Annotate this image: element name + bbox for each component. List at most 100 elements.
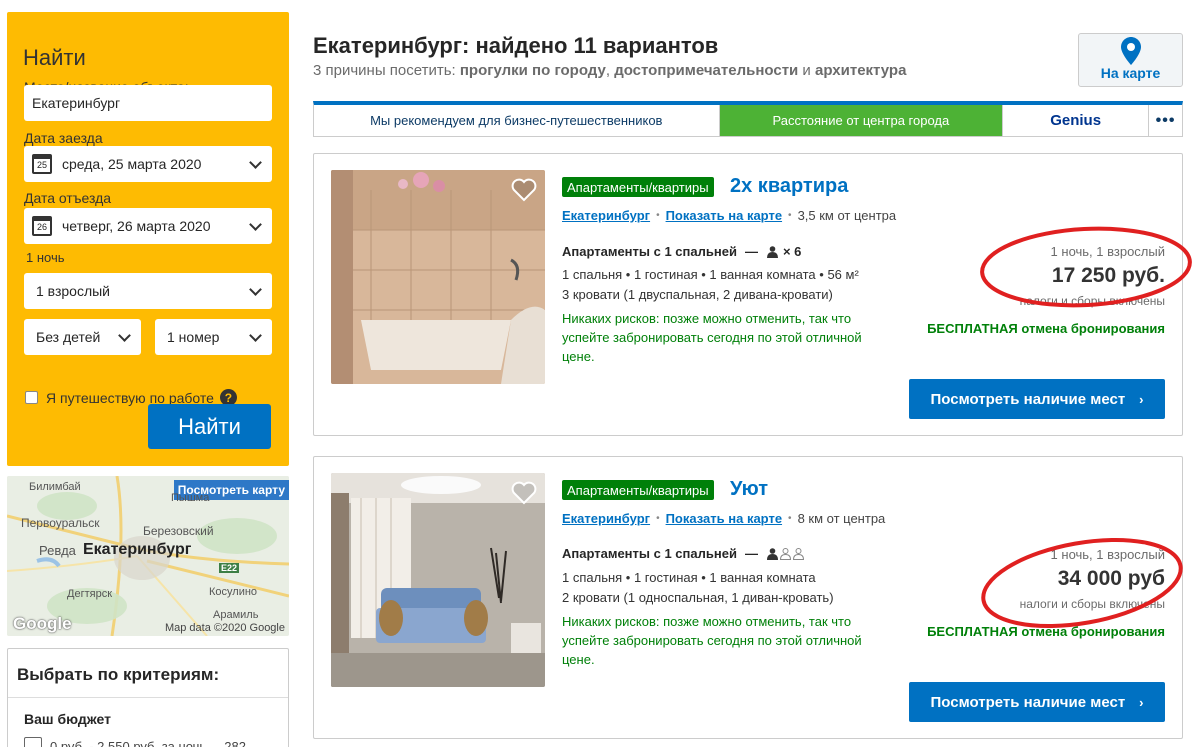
separator-dot: • [788, 513, 792, 524]
property-type-badge: Апартаменты/квартиры [562, 480, 714, 500]
no-risk-text: Никаких рисков: позже можно отменить, та… [562, 614, 862, 667]
map-place: Билимбай [29, 481, 81, 493]
city-link[interactable]: Екатеринбург [562, 208, 650, 223]
chevron-down-icon [249, 283, 262, 296]
map-city: Екатеринбург [83, 541, 192, 558]
separator-dot: • [656, 210, 660, 221]
tab-distance[interactable]: Расстояние от центра города [719, 105, 1004, 136]
show-on-map-link[interactable]: Показать на карте [666, 511, 782, 526]
adults-select[interactable]: 1 взрослый [24, 273, 272, 309]
free-cancellation: БЕСПЛАТНАЯ отмена бронирования [927, 321, 1165, 336]
city-link[interactable]: Екатеринбург [562, 511, 650, 526]
map-place: Дегтярск [67, 588, 113, 600]
free-cancellation: БЕСПЛАТНАЯ отмена бронирования [927, 624, 1165, 639]
distance: 8 км от центра [797, 511, 886, 526]
hotel-name-link[interactable]: Уют [730, 478, 768, 501]
children-select[interactable]: Без детей [24, 319, 141, 355]
check-availability-button[interactable]: Посмотреть наличие мест › [909, 682, 1165, 722]
room-type: Апартаменты с 1 спальней — × 6 [562, 244, 801, 259]
beds-line: 3 кровати (1 двуспальная, 2 дивана-крова… [562, 287, 833, 302]
budget-checkbox[interactable] [24, 737, 42, 747]
heart-icon[interactable] [511, 481, 537, 505]
map-credit: Map data ©2020 Google [164, 622, 285, 634]
room-type-label: Апартаменты с 1 спальней [562, 546, 737, 561]
listing-card: Апартаменты/квартиры Уют Екатеринбург • … [313, 456, 1183, 739]
hotel-name-link[interactable]: 2х квартира [730, 175, 848, 198]
chevron-right-icon: › [1139, 694, 1144, 710]
budget-option[interactable]: 0 руб. - 2 550 руб. за ночь ... 282 [24, 737, 246, 747]
destination-input[interactable]: Екатеринбург [24, 85, 272, 121]
person-outline-icon [792, 547, 804, 560]
calendar-icon: 25 [32, 154, 52, 174]
listing-photo[interactable] [331, 473, 545, 687]
rooms-line: 1 спальня • 1 гостиная • 1 ванная комнат… [562, 570, 816, 585]
checkout-field[interactable]: 26 четверг, 26 марта 2020 [24, 208, 272, 244]
listing-card: Апартаменты/квартиры 2х квартира Екатери… [313, 153, 1192, 436]
tab-genius[interactable]: Genius [1003, 105, 1150, 136]
check-availability-button[interactable]: Посмотреть наличие мест › [909, 379, 1165, 419]
show-on-map-label: На карте [1100, 65, 1161, 81]
checkin-label: Дата заезда [24, 130, 103, 146]
map-road-shield: E22 [219, 563, 240, 573]
reason-1: прогулки по городу [459, 62, 606, 79]
chevron-down-icon [118, 329, 131, 342]
divider [8, 697, 288, 698]
no-risk-text: Никаких рисков: позже можно отменить, та… [562, 311, 862, 364]
cta-label: Посмотреть наличие мест [930, 390, 1126, 408]
subtitle-conj: и [798, 62, 815, 79]
guest-count: × 6 [782, 244, 802, 259]
rooms-value: 1 номер [167, 329, 220, 345]
price-label: 1 ночь, 1 взрослый [1050, 244, 1165, 259]
map-thumbnail[interactable]: Посмотреть карту Билимбай Пышма Первоура… [7, 476, 289, 636]
rooms-select[interactable]: 1 номер [155, 319, 272, 355]
page-title: Екатеринбург: найдено 11 вариантов [313, 33, 719, 58]
separator-dot: • [788, 210, 792, 221]
checkin-value: среда, 25 марта 2020 [62, 156, 202, 172]
show-on-map-button[interactable]: На карте [1078, 33, 1183, 87]
google-logo: Google [13, 614, 72, 633]
price: 34 000 руб [1057, 567, 1165, 590]
filters-title: Выбрать по критериям: [17, 665, 220, 684]
checkin-field[interactable]: 25 среда, 25 марта 2020 [24, 146, 272, 182]
price-label: 1 ночь, 1 взрослый [1050, 547, 1165, 562]
search-panel: Найти Место/название объекта: Екатеринбу… [7, 12, 289, 466]
checkout-value: четверг, 26 марта 2020 [62, 218, 211, 234]
cta-label: Посмотреть наличие мест [930, 693, 1126, 711]
person-outline-icon [779, 547, 791, 560]
listing-photo[interactable] [331, 170, 545, 384]
tab-recommended[interactable]: Мы рекомендуем для бизнес-путешественник… [314, 105, 720, 136]
filters-panel: Выбрать по критериям: Ваш бюджет 0 руб. … [7, 648, 289, 747]
search-title: Найти [23, 45, 86, 70]
dash: — [744, 546, 758, 561]
dash: — [744, 244, 758, 259]
living-room-photo [331, 473, 545, 687]
chevron-down-icon [249, 218, 262, 231]
location-row: Екатеринбург • Показать на карте • 8 км … [562, 511, 885, 526]
more-tabs-button[interactable]: ••• [1149, 105, 1182, 136]
budget-title: Ваш бюджет [24, 711, 111, 727]
room-type-label: Апартаменты с 1 спальней [562, 244, 737, 259]
sort-bar: Мы рекомендуем для бизнес-путешественник… [313, 101, 1183, 137]
subtitle-prefix: 3 причины посетить: [313, 62, 460, 79]
taxes-note: налоги и сборы включены [1019, 294, 1165, 308]
bathroom-photo [331, 170, 545, 384]
chevron-down-icon [249, 329, 262, 342]
calendar-icon: 26 [32, 216, 52, 236]
show-on-map-link[interactable]: Показать на карте [666, 208, 782, 223]
children-value: Без детей [36, 329, 101, 345]
property-type-badge: Апартаменты/квартиры [562, 177, 714, 197]
map-place: Косулино [209, 586, 258, 598]
location-row: Екатеринбург • Показать на карте • 3,5 к… [562, 208, 896, 223]
business-trip-checkbox[interactable] [25, 391, 38, 404]
taxes-note: налоги и сборы включены [1019, 597, 1165, 611]
search-button[interactable]: Найти [148, 404, 271, 449]
nights-label: 1 ночь [26, 250, 65, 265]
rooms-line: 1 спальня • 1 гостиная • 1 ванная комнат… [562, 267, 859, 282]
beds-line: 2 кровати (1 односпальная, 1 диван-крова… [562, 590, 834, 605]
chevron-down-icon [249, 156, 262, 169]
budget-option-label: 0 руб. - 2 550 руб. за ночь ... 282 [50, 738, 246, 747]
room-type: Апартаменты с 1 спальней — [562, 546, 805, 561]
reason-3: архитектура [814, 62, 907, 79]
page-subtitle: 3 причины посетить: прогулки по городу, … [313, 62, 907, 79]
heart-icon[interactable] [511, 178, 537, 202]
